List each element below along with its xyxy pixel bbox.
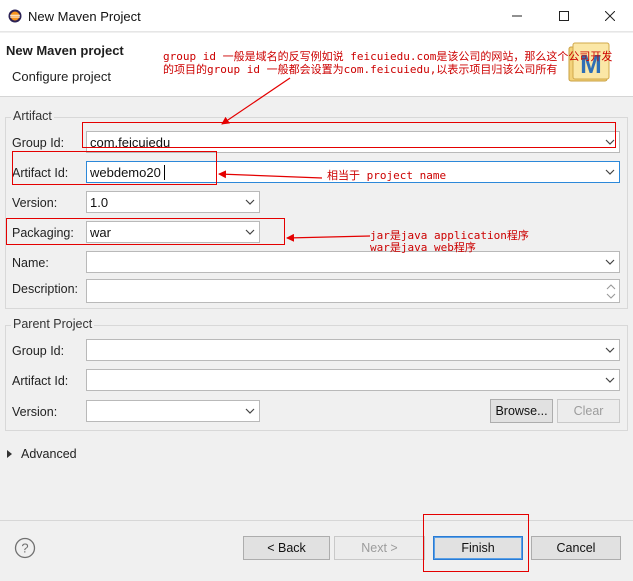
artifact-id-arrow [218, 170, 323, 179]
group-id-arrow [221, 77, 291, 125]
group-id-note-line2: 的项目的group id 一般都会设置为com.feicuiedu,以表示项目归… [163, 63, 558, 76]
packaging-note-line2: war是java web程序 [370, 241, 476, 254]
annotation-arrows [218, 77, 371, 242]
artifact-id-note: 相当于 project name [327, 169, 447, 182]
packaging-arrow [286, 233, 371, 242]
